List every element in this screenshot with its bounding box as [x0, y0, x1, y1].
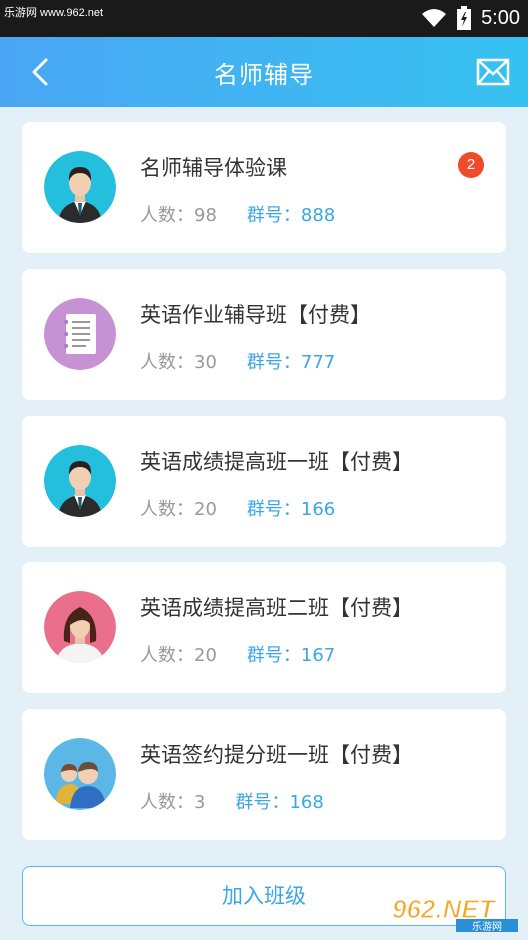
status-bar: 乐游网 www.962.net 5:00	[0, 0, 528, 37]
group-card[interactable]: 英语成绩提高班二班【付费】 人数：20 群号：167	[22, 562, 506, 693]
member-count: 人数：98	[140, 205, 217, 226]
group-title: 英语作业辅导班【付费】	[140, 303, 371, 327]
battery-icon	[457, 6, 472, 30]
member-count: 人数：3	[140, 792, 206, 813]
group-meta: 人数：30 群号：777	[140, 348, 335, 374]
unread-badge: 2	[458, 152, 484, 178]
group-number: 群号：166	[246, 499, 336, 520]
member-count: 人数：30	[140, 352, 217, 373]
group-number: 群号：888	[246, 205, 336, 226]
member-count: 人数：20	[140, 645, 217, 666]
group-avatar	[44, 738, 116, 810]
page-title: 名师辅导	[214, 60, 314, 89]
group-card[interactable]: 英语作业辅导班【付费】 人数：30 群号：777	[22, 269, 506, 400]
status-icons: 5:00	[421, 6, 520, 30]
group-number: 群号：167	[246, 645, 336, 666]
member-count: 人数：20	[140, 499, 217, 520]
envelope-icon[interactable]	[476, 58, 510, 86]
watermark-logo: 962.NET 乐游网	[391, 893, 518, 932]
watermark-text: 乐游网 www.962.net	[4, 7, 104, 19]
app-header: 名师辅导	[0, 37, 528, 107]
clock: 5:00	[481, 6, 520, 29]
group-title: 英语成绩提高班二班【付费】	[140, 596, 413, 620]
group-card[interactable]: 英语成绩提高班一班【付费】 人数：20 群号：166	[22, 416, 506, 547]
group-title: 英语成绩提高班一班【付费】	[140, 450, 413, 474]
watermark-logo-sub: 乐游网	[472, 920, 502, 932]
group-number: 群号：777	[246, 352, 336, 373]
group-meta: 人数：20 群号：166	[140, 495, 335, 521]
group-title: 名师辅导体验课	[140, 156, 287, 180]
group-meta: 人数：3 群号：168	[140, 788, 324, 814]
wifi-icon	[422, 9, 447, 27]
group-card[interactable]: 名师辅导体验课 人数：98 群号：888 2	[22, 122, 506, 253]
female-teacher-avatar	[44, 591, 116, 663]
male-teacher-avatar	[44, 151, 116, 223]
group-number: 群号：168	[235, 792, 324, 813]
back-icon[interactable]	[26, 57, 56, 87]
notebook-avatar	[44, 298, 116, 370]
male-teacher-avatar	[44, 445, 116, 517]
group-meta: 人数：98 群号：888	[140, 201, 335, 227]
group-title: 英语签约提分班一班【付费】	[140, 743, 413, 767]
group-card[interactable]: 英语签约提分班一班【付费】 人数：3 群号：168	[22, 709, 506, 840]
group-meta: 人数：20 群号：167	[140, 641, 335, 667]
